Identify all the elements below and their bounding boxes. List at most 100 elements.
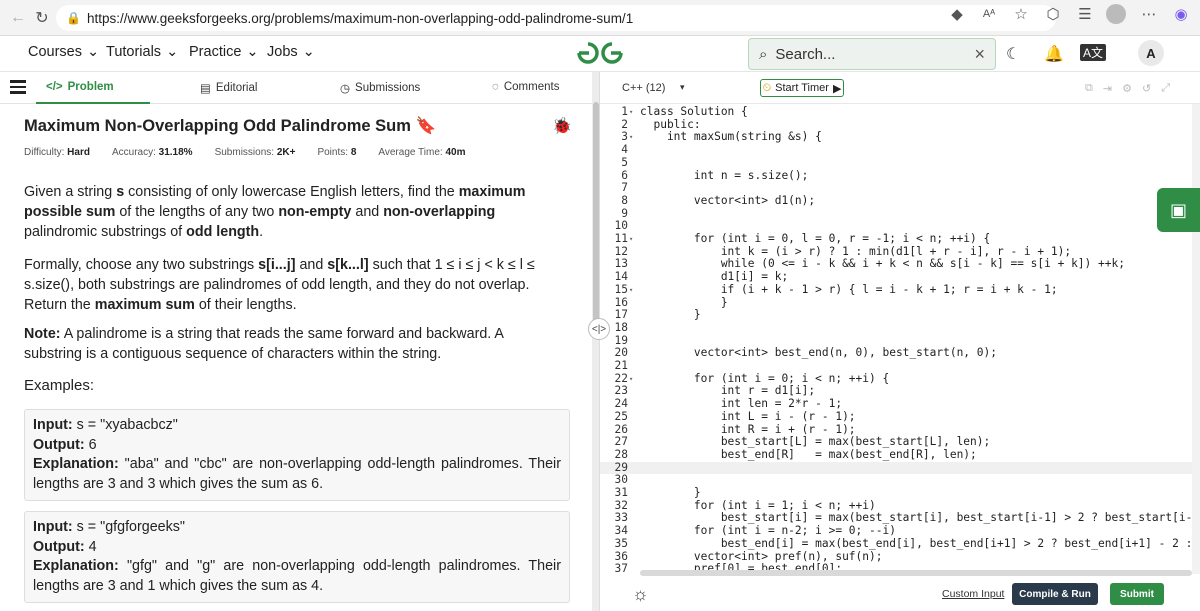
examples-heading: Examples: [24,377,95,394]
refresh-icon[interactable]: ↻ [28,4,56,32]
bold-text: non-empty [278,204,352,220]
code-line[interactable]: 5 [600,155,1193,170]
line-number: 28 [614,447,628,461]
code-scrollbar[interactable] [1192,104,1200,574]
copy-icon[interactable]: ⧉ [1085,82,1093,95]
language-select[interactable]: C++ (12) ▾ [622,82,685,94]
code-editor[interactable]: 1 ▾ class Solution {2 public: 3 ▾ int maxSum… [600,104,1193,574]
export-icon[interactable]: ⇥ [1103,82,1112,95]
bold-text: maximum sum [94,297,195,313]
nav-jobs[interactable]: Jobs ⌄ [267,44,315,60]
start-timer-button[interactable]: ⏲ Start Timer ▶ [760,79,844,97]
text: and [351,204,384,220]
code-line[interactable]: 4 [600,143,1193,157]
code-text: } [640,308,701,322]
extensions-icon[interactable]: ⬡ [1042,5,1064,23]
search-input[interactable]: ⌕ Search... × [748,38,996,70]
avatar[interactable]: A [1138,40,1164,66]
nav-jobs-label: Jobs [267,44,298,60]
code-line[interactable]: 20 vector<int> best_end(n, 0), best_star… [600,347,1193,360]
line-number: 37 [614,562,628,574]
meta-item: Submissions: 2K+ [215,147,296,158]
fold-icon[interactable]: ▾ [629,284,633,297]
code-line[interactable]: 25 int L = i - (r - 1); [600,409,1193,424]
profile-icon[interactable] [1106,4,1128,24]
code-line[interactable]: 34 for (int i = n-2; i >= 0; --i) [600,524,1193,538]
example-input-label: Input: [33,519,77,535]
example-input-value: s = "gfgforgeeks" [76,519,185,535]
address-bar[interactable]: 🔒 https://www.geeksforgeeks.org/problems… [56,5,1056,31]
read-aloud-icon[interactable]: Aᴬ [978,8,1000,20]
tab-comments[interactable]: ◌ Comments [492,81,559,93]
line-number: 5 [621,155,628,169]
translate-icon[interactable]: A文 [1080,44,1107,61]
bold-text: odd length [186,224,260,240]
tab-problem[interactable]: </> Problem [46,81,114,93]
code-line[interactable]: 35 best_end[i] = max(best_end[i], best_e… [600,537,1193,551]
chevron-down-icon: ⌄ [246,44,259,60]
copilot-icon[interactable]: ◉ [1170,5,1192,23]
dark-mode-icon[interactable]: ☾ [1006,44,1020,64]
custom-input-link[interactable]: Custom Input [942,588,1004,600]
example-input: Input: s = "xyabacbcz" [33,416,561,436]
menu-icon[interactable] [10,80,26,94]
code-line[interactable]: 8 vector<int> d1(n); [600,193,1193,208]
code-line[interactable]: 1 ▾ class Solution { [600,105,1193,119]
code-line[interactable]: 6 int n = s.size(); [600,169,1193,183]
example-explanation-label: Explanation: [33,558,127,574]
compile-run-button[interactable]: Compile & Run [1012,583,1098,605]
fullscreen-icon[interactable]: ⤢ [1161,82,1170,95]
favorites-list-icon[interactable]: ☰ [1074,5,1096,23]
nav-courses[interactable]: Courses ⌄ [28,44,99,60]
submit-button[interactable]: Submit [1110,583,1164,605]
bold-text: non-overlapping [383,204,496,220]
example-output: Output: 4 [33,538,561,558]
code-line[interactable]: 31 } [600,486,1193,500]
bookmark-icon[interactable]: 🔖 [415,117,436,135]
bug-report-icon[interactable]: 🐞 [552,116,572,136]
code-line[interactable]: 17 } [600,308,1193,322]
caret-down-icon: ▾ [680,82,685,92]
problem-panel: Maximum Non-Overlapping Odd Palindrome S… [0,104,592,611]
more-icon[interactable]: ⋯ [1138,5,1160,23]
code-text: int L = i - (r - 1); [640,409,856,423]
favorite-icon[interactable]: ☆ [1010,5,1032,23]
tab-editorial[interactable]: ▤ Editorial [200,81,257,95]
fold-icon[interactable]: ▾ [629,131,633,144]
code-line[interactable]: 21 [600,359,1193,373]
settings-icon[interactable]: ⚙ [1122,82,1132,95]
code-line[interactable]: 24 int len = 2*r - 1; [600,397,1193,411]
code-line[interactable]: 7 [600,181,1193,195]
code-line[interactable]: 18 [600,321,1193,335]
bold-text: Note: [24,326,61,342]
tag-icon[interactable]: ◆ [946,5,968,23]
url-text: https://www.geeksforgeeks.org/problems/m… [86,10,634,26]
reset-icon[interactable]: ↺ [1142,82,1151,95]
code-text: vector<int> d1(n); [640,193,816,207]
light-bulb-icon[interactable]: ☼ [632,584,649,605]
code-line[interactable]: 28 best_end[R] = max(best_end[R], len); [600,447,1193,462]
example-output-label: Output: [33,538,89,555]
bell-icon[interactable]: 🔔 [1044,44,1064,64]
nav-practice[interactable]: Practice ⌄ [189,44,259,60]
tab-submissions[interactable]: ◷ Submissions [340,81,420,95]
gfg-logo[interactable] [575,39,625,67]
line-number: 34 [614,524,628,538]
code-line[interactable]: 29 [600,461,1193,475]
fold-icon[interactable]: ▾ [629,106,633,119]
meta-value: 2K+ [276,147,296,158]
fold-icon[interactable]: ▾ [629,373,633,386]
code-line[interactable]: 11 ▾ for (int i = 0, l = 0, r = -1; i < n… [600,232,1193,246]
code-line[interactable]: 3 ▾ int maxSum(string &s) { [600,131,1193,144]
nav-tutorials[interactable]: Tutorials ⌄ [106,44,178,60]
code-line[interactable]: 15 ▾ if (i + k - 1 > r) { l = i - k + 1; … [600,283,1193,297]
close-icon[interactable]: × [974,44,985,65]
fold-icon[interactable]: ▾ [629,233,633,246]
text: Given a string [24,184,117,200]
code-line[interactable]: 27 best_start[L] = max(best_start[L], le… [600,435,1193,449]
chat-button[interactable]: ▣ [1157,188,1200,232]
lock-icon: 🔒 [66,11,81,25]
description-paragraph: Formally, choose any two substrings s[i.… [24,255,564,315]
code-line[interactable]: 9 [600,207,1193,221]
code-line[interactable]: 14 d1[i] = k; [600,270,1193,284]
